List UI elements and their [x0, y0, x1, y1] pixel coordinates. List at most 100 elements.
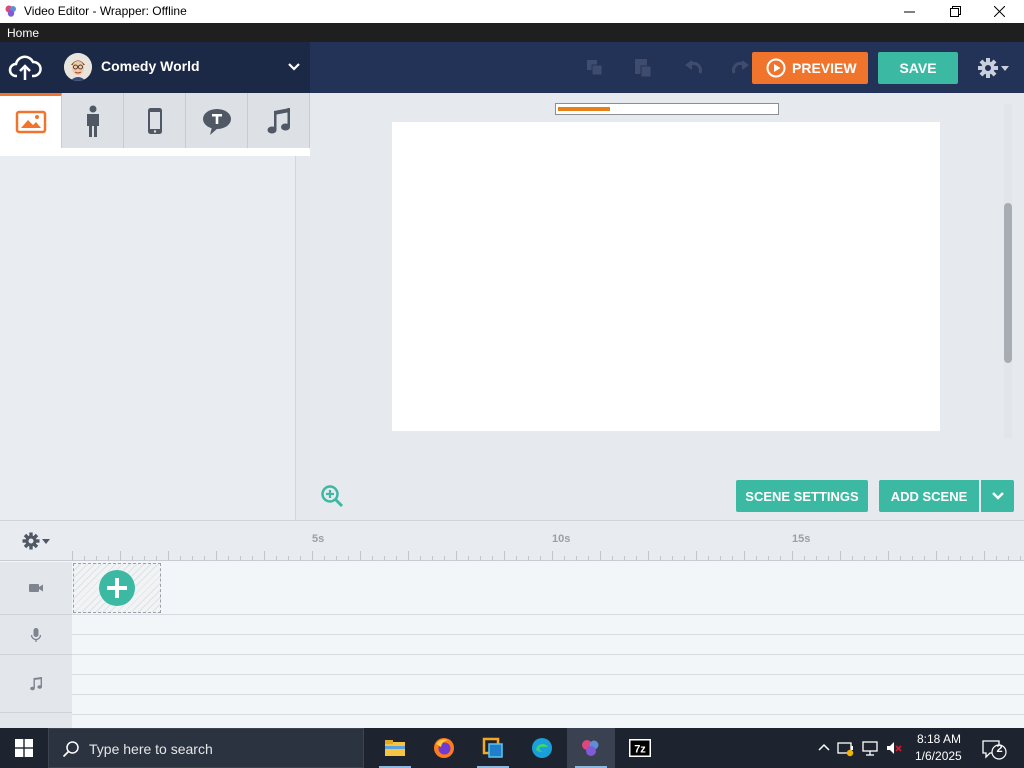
ruler-tick — [504, 551, 505, 561]
music-track-label — [0, 655, 72, 713]
home-menu-item[interactable]: Home — [7, 26, 39, 40]
person-icon — [86, 105, 99, 137]
ruler-tick — [828, 556, 829, 561]
tab-props[interactable] — [124, 93, 186, 148]
ruler-tick — [1020, 556, 1021, 561]
scrollbar-thumb[interactable] — [1004, 203, 1012, 363]
ruler-tick — [852, 556, 853, 561]
notification-center-button[interactable]: 2 — [981, 738, 1007, 760]
preview-label: PREVIEW — [792, 60, 857, 76]
ruler-tick — [336, 556, 337, 561]
taskbar-firefox[interactable] — [420, 728, 468, 768]
tick-label-5s: 5s — [312, 533, 325, 545]
video-camera-icon — [29, 584, 43, 592]
ruler-tick — [948, 556, 949, 561]
preview-button[interactable]: PREVIEW — [752, 52, 868, 84]
taskbar-file-explorer[interactable] — [371, 728, 419, 768]
ruler-tick — [324, 556, 325, 561]
notification-count: 2 — [996, 743, 1003, 755]
taskbar-edge[interactable] — [518, 728, 566, 768]
phone-icon — [147, 107, 162, 134]
theme-character-icon — [64, 53, 92, 81]
ruler-tick — [672, 556, 673, 561]
tab-sound[interactable] — [248, 93, 310, 148]
timeline-header: 5s 10s 15s — [0, 521, 1024, 561]
taskbar-search-box[interactable]: Type here to search — [48, 728, 364, 768]
paste-icon[interactable] — [632, 57, 654, 79]
network-icon[interactable] — [861, 739, 879, 757]
restore-icon — [949, 6, 961, 17]
asset-list[interactable] — [0, 156, 296, 520]
speech-bubble-text-icon — [202, 108, 231, 135]
theme-name[interactable]: Comedy World — [101, 58, 200, 74]
tab-backgrounds[interactable] — [0, 93, 62, 148]
ruler-tick — [420, 556, 421, 561]
tab-text[interactable] — [186, 93, 248, 148]
add-first-scene-button[interactable] — [73, 563, 161, 613]
loading-progress-bar — [555, 103, 779, 115]
restore-button[interactable] — [932, 0, 978, 23]
ruler-tick — [684, 556, 685, 561]
start-button[interactable] — [0, 728, 48, 768]
clock-date[interactable]: 1/6/2025 — [915, 749, 962, 763]
cloud-upload-icon[interactable] — [8, 54, 42, 82]
ruler-tick — [996, 556, 997, 561]
ruler-tick — [312, 551, 313, 561]
music-track-row-3[interactable] — [72, 695, 1024, 715]
ruler-tick — [804, 556, 805, 561]
ruler-tick — [696, 551, 697, 561]
ruler-tick — [252, 556, 253, 561]
ruler-tick — [660, 556, 661, 561]
minimize-button[interactable] — [886, 0, 932, 23]
tab-characters[interactable] — [62, 93, 124, 148]
add-scene-dropdown-button[interactable] — [981, 480, 1014, 512]
clock-time[interactable]: 8:18 AM — [917, 732, 961, 746]
ruler-tick — [840, 551, 841, 561]
music-note-icon — [267, 107, 290, 133]
voice-track-row-1[interactable] — [72, 615, 1024, 635]
wrapper-offline-icon — [582, 740, 599, 756]
ruler-tick — [480, 556, 481, 561]
scene-settings-button[interactable]: SCENE SETTINGS — [736, 480, 868, 512]
taskbar-wrapper-offline[interactable] — [567, 728, 615, 768]
asset-panel — [0, 93, 310, 520]
ruler-tick — [864, 556, 865, 561]
ruler-tick — [900, 556, 901, 561]
copy-icon[interactable] — [584, 57, 606, 79]
ruler-tick — [204, 556, 205, 561]
taskbar-7zip[interactable]: 7z — [616, 728, 664, 768]
battery-warning-icon[interactable] — [837, 739, 855, 757]
ruler-tick — [732, 556, 733, 561]
theme-avatar[interactable] — [64, 53, 92, 81]
ruler-tick — [708, 556, 709, 561]
ruler-tick — [552, 551, 553, 561]
chevron-down-icon[interactable] — [287, 62, 301, 72]
ruler-tick — [84, 556, 85, 561]
speaker-muted-icon[interactable] — [885, 739, 903, 757]
timeline-settings-gear-icon[interactable] — [20, 531, 54, 551]
settings-gear-icon[interactable] — [976, 56, 1010, 80]
timeline-ruler[interactable]: 5s 10s 15s — [72, 521, 1024, 561]
taskbar-virtualbox[interactable] — [469, 728, 517, 768]
ruler-tick — [132, 556, 133, 561]
chevron-up-icon[interactable] — [815, 739, 833, 757]
loading-progress-fill — [558, 107, 610, 111]
save-button[interactable]: SAVE — [878, 52, 958, 84]
scene-canvas[interactable] — [392, 122, 940, 431]
add-scene-button[interactable]: ADD SCENE — [879, 480, 979, 512]
undo-icon[interactable] — [682, 57, 704, 79]
video-track[interactable] — [72, 562, 1024, 615]
scene-settings-label: SCENE SETTINGS — [745, 488, 859, 504]
microphone-icon — [30, 627, 42, 642]
music-track-row-2[interactable] — [72, 675, 1024, 695]
ruler-tick — [984, 551, 985, 561]
close-button[interactable] — [976, 0, 1022, 23]
music-track-row-1[interactable] — [72, 655, 1024, 675]
edge-icon — [532, 738, 552, 758]
close-icon — [993, 6, 1005, 17]
voice-track-row-2[interactable] — [72, 635, 1024, 655]
ruler-tick — [516, 556, 517, 561]
zoom-in-icon[interactable] — [320, 484, 344, 508]
stage-vertical-scrollbar[interactable] — [1004, 103, 1012, 439]
redo-icon[interactable] — [730, 57, 752, 79]
